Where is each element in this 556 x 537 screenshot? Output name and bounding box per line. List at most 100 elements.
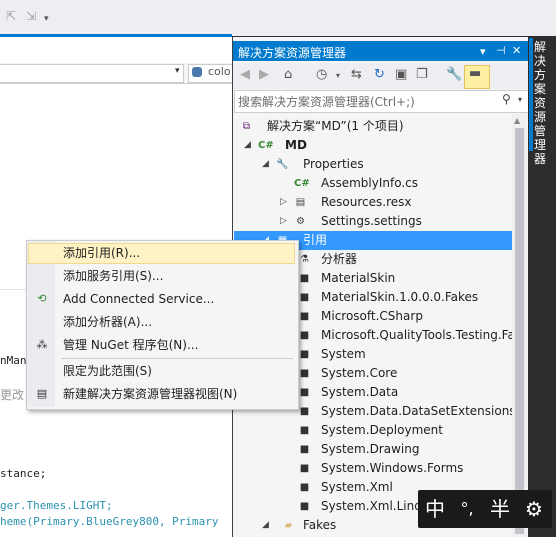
- menu-item-add-service-reference[interactable]: 添加服务引用(S)...: [27, 265, 296, 287]
- reference-icon: ■: [299, 406, 310, 417]
- properties-wrench-icon[interactable]: 🔧: [446, 67, 462, 82]
- reference-icon: ■: [299, 349, 310, 360]
- panel-title: 解决方案资源管理器: [238, 46, 347, 60]
- side-tab-solution-explorer[interactable]: 解决方案资源管理器: [534, 40, 554, 166]
- member-icon: [192, 67, 202, 77]
- reference-icon: ■: [299, 292, 310, 303]
- tree-item-file[interactable]: C# AssemblyInfo.cs: [234, 174, 512, 193]
- tree-item-reference[interactable]: ■ System.Deployment: [234, 421, 512, 440]
- connected-service-icon: ⟲: [37, 292, 47, 305]
- tree-label: System.Windows.Forms: [321, 461, 464, 475]
- menu-item-label: 限定为此范围(S): [63, 364, 152, 378]
- reference-icon: ■: [299, 501, 310, 512]
- search-placeholder: 搜索解决方案资源管理器(Ctrl+;): [238, 95, 415, 109]
- reference-icon: ■: [299, 444, 310, 455]
- tree-label: AssemblyInfo.cs: [321, 176, 419, 190]
- menu-item-add-analyzer[interactable]: 添加分析器(A)...: [27, 311, 296, 333]
- window-position-dropdown-icon[interactable]: ▾: [480, 45, 486, 58]
- top-toolbar: ⇱ ⇲ ▾: [0, 0, 556, 36]
- tree-item-reference[interactable]: ■ System.Windows.Forms: [234, 459, 512, 478]
- menu-item-label: 添加引用(R)...: [63, 246, 141, 260]
- tree-item-reference[interactable]: ■ System.Drawing: [234, 440, 512, 459]
- forward-arrow-icon[interactable]: ⇲: [26, 9, 36, 23]
- menu-item-scope-to-this[interactable]: 限定为此范围(S): [27, 360, 296, 382]
- reference-icon: ■: [299, 368, 310, 379]
- refresh-icon[interactable]: ↻: [374, 67, 385, 82]
- new-view-icon: ▤: [36, 387, 48, 400]
- expanded-arrow-icon[interactable]: ◢: [244, 136, 251, 155]
- reference-icon: ■: [299, 273, 310, 284]
- tree-label: System.Xml.Linq: [321, 499, 422, 513]
- chevron-down-icon[interactable]: ▾: [175, 66, 180, 76]
- show-all-files-icon[interactable]: ❐: [416, 67, 428, 82]
- ime-half-width-button[interactable]: 半: [486, 494, 514, 524]
- type-selector-combo[interactable]: [0, 64, 184, 83]
- close-icon[interactable]: ✕: [512, 44, 521, 57]
- chevron-down-icon[interactable]: ▾: [518, 95, 522, 104]
- reference-icon: ■: [299, 482, 310, 493]
- tree-label: MaterialSkin: [321, 271, 396, 285]
- tree-label: System.Core: [321, 366, 398, 380]
- tree-item-file[interactable]: ▷ ⚙ Settings.settings: [234, 212, 512, 231]
- reference-icon: ■: [299, 311, 310, 322]
- ime-settings-gear-icon[interactable]: ⚙: [520, 494, 548, 524]
- tree-item-solution[interactable]: ⧉ 解决方案“MD”(1 个项目): [234, 117, 512, 136]
- code-line: stance;: [0, 467, 47, 480]
- code-line: ger.Themes.LIGHT;: [0, 499, 113, 512]
- expanded-arrow-icon[interactable]: ◢: [262, 155, 269, 174]
- tree-label: 解决方案“MD”(1 个项目): [267, 119, 404, 133]
- overflow-chevron-icon[interactable]: ▾: [44, 14, 49, 24]
- gear-icon: ⚙: [296, 216, 305, 227]
- menu-item-manage-nuget[interactable]: ⁂ 管理 NuGet 程序包(N)...: [27, 334, 296, 356]
- reference-icon: ■: [299, 463, 310, 474]
- forward-icon[interactable]: ▶: [259, 67, 269, 82]
- tree-item-file[interactable]: ▷ ▤ Resources.resx: [234, 193, 512, 212]
- tree-label: Microsoft.QualityTools.Testing.Fa: [321, 328, 512, 342]
- back-icon[interactable]: ◀: [240, 67, 250, 82]
- sync-with-document-icon[interactable]: ⇆: [351, 67, 362, 82]
- pending-changes-filter-icon[interactable]: ◷: [316, 67, 327, 82]
- reference-icon: ■: [299, 330, 310, 341]
- collapsed-arrow-icon[interactable]: ▷: [280, 212, 287, 231]
- reference-icon: ■: [299, 387, 310, 398]
- preview-icon: ▬: [469, 66, 482, 81]
- solution-icon: ⧉: [242, 121, 251, 132]
- tree-label: System.Xml: [321, 480, 393, 494]
- member-selector-text: colo: [208, 65, 231, 78]
- collapse-all-icon[interactable]: ▣: [395, 67, 407, 82]
- home-icon[interactable]: ⌂: [284, 67, 292, 82]
- menu-item-label: 管理 NuGet 程序包(N)...: [63, 338, 199, 352]
- collapsed-arrow-icon[interactable]: ▷: [280, 193, 287, 212]
- tree-label: System: [321, 347, 366, 361]
- tree-label: MD: [285, 138, 307, 152]
- analyzer-icon: ⚗: [300, 254, 309, 265]
- tree-item-properties[interactable]: ◢ 🔧 Properties: [234, 155, 512, 174]
- tree-label: Settings.settings: [321, 214, 422, 228]
- search-icon[interactable]: ⚲: [502, 92, 511, 106]
- scroll-up-arrow-icon[interactable]: ▲: [514, 116, 520, 125]
- nuget-icon: ⁂: [36, 338, 48, 351]
- menu-item-add-reference[interactable]: 添加引用(R)...: [27, 242, 296, 264]
- tree-item-project[interactable]: ◢ C# MD: [234, 136, 512, 155]
- tree-label: Microsoft.CSharp: [321, 309, 423, 323]
- folder-icon: ▰: [284, 520, 293, 531]
- code-line: nMan: [0, 354, 27, 367]
- menu-item-new-explorer-view[interactable]: ▤ 新建解决方案资源管理器视图(N): [27, 383, 296, 405]
- tree-label: 分析器: [321, 252, 358, 266]
- menu-item-label: 新建解决方案资源管理器视图(N): [63, 387, 238, 401]
- code-line: heme(Primary.BlueGrey800, Primary: [0, 515, 219, 528]
- tree-label: MaterialSkin.1.0.0.0.Fakes: [321, 290, 479, 304]
- resx-icon: ▤: [295, 197, 306, 208]
- ime-chinese-mode-button[interactable]: 中: [421, 494, 449, 524]
- menu-item-label: 添加分析器(A)...: [63, 315, 153, 329]
- menu-item-add-connected-service[interactable]: ⟲ Add Connected Service...: [27, 288, 296, 310]
- back-arrow-icon[interactable]: ⇱: [6, 9, 16, 23]
- pin-icon[interactable]: ⊣: [496, 44, 506, 57]
- chevron-down-icon[interactable]: ▾: [336, 71, 340, 80]
- tree-label: 引用: [303, 233, 328, 247]
- tree-label: Resources.resx: [321, 195, 412, 209]
- scrollbar-thumb[interactable]: [515, 128, 524, 534]
- ime-punctuation-button[interactable]: °,: [453, 494, 481, 524]
- expanded-arrow-icon[interactable]: ◢: [262, 516, 269, 535]
- tree-label: System.Drawing: [321, 442, 420, 456]
